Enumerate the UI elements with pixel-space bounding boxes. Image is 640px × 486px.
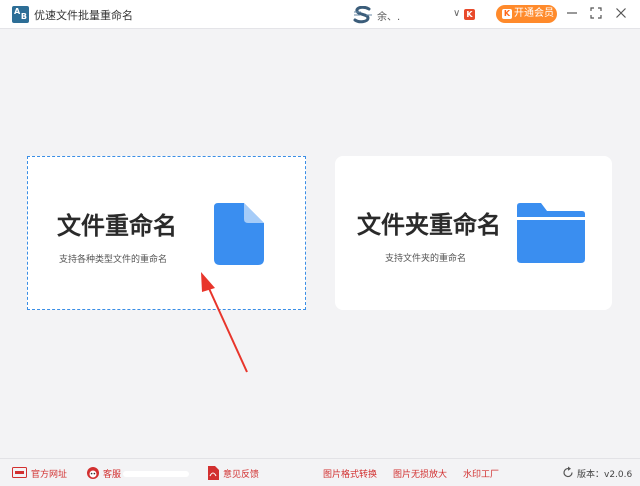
refresh-icon <box>563 466 573 478</box>
user-name: 余、. <box>377 12 401 23</box>
pdf-feedback-icon <box>208 466 219 480</box>
title-bar: A B 优速文件批量重命名 余、. ∨ K K 开通会员 <box>0 0 640 29</box>
feedback-link[interactable]: 意见反馈 <box>207 466 267 480</box>
official-website-link[interactable]: 官方网址 <box>12 466 72 480</box>
service-status-bar <box>123 471 189 477</box>
minimize-button[interactable] <box>564 5 580 21</box>
app-logo-letter-b: B <box>20 12 27 21</box>
version-label: 版本：v2.0.6 <box>577 470 633 480</box>
vip-status-icon: K <box>464 9 475 20</box>
website-icon <box>12 467 27 478</box>
maximize-icon <box>590 7 602 19</box>
watermark-factory-link[interactable]: 水印工厂 <box>463 467 499 480</box>
customer-service-label: 客服 <box>103 470 122 480</box>
image-format-convert-link[interactable]: 图片格式转换 <box>323 467 377 480</box>
close-icon <box>616 8 626 18</box>
user-avatar-icon <box>353 6 372 24</box>
feedback-label: 意见反馈 <box>223 470 260 480</box>
app-logo-icon: A B <box>12 6 29 23</box>
image-lossless-enlarge-link[interactable]: 图片无损放大 <box>393 467 447 480</box>
minimize-icon <box>567 12 577 14</box>
folder-rename-title: 文件夹重命名 <box>357 211 501 239</box>
close-button[interactable] <box>613 5 629 21</box>
pointer-arrow-icon <box>201 272 248 373</box>
app-title: 优速文件批量重命名 <box>34 9 133 22</box>
vip-icon: K <box>502 9 512 19</box>
maximize-button[interactable] <box>588 5 604 21</box>
customer-service-icon <box>87 467 99 479</box>
open-vip-label: 开通会员 <box>514 8 554 19</box>
folder-rename-description: 支持文件夹的重命名 <box>385 254 467 264</box>
folder-icon <box>517 203 585 263</box>
file-rename-card[interactable]: 文件重命名 支持各种类型文件的重命名 <box>27 156 306 310</box>
app-logo-letter-a: A <box>14 7 21 16</box>
official-website-label: 官方网址 <box>31 470 68 480</box>
file-icon <box>214 203 264 265</box>
folder-rename-card[interactable]: 文件夹重命名 支持文件夹的重命名 <box>335 156 612 310</box>
footer-bar: 官方网址 客服 意见反馈 图片格式转换 图片无损放大 水印工厂 版本：v2.0.… <box>0 458 640 486</box>
open-vip-button[interactable]: K 开通会员 <box>496 5 557 23</box>
chevron-down-icon[interactable]: ∨ <box>453 8 460 19</box>
file-rename-description: 支持各种类型文件的重命名 <box>59 255 168 265</box>
customer-service-link[interactable]: 客服 <box>85 466 125 480</box>
file-rename-title: 文件重命名 <box>57 212 177 240</box>
